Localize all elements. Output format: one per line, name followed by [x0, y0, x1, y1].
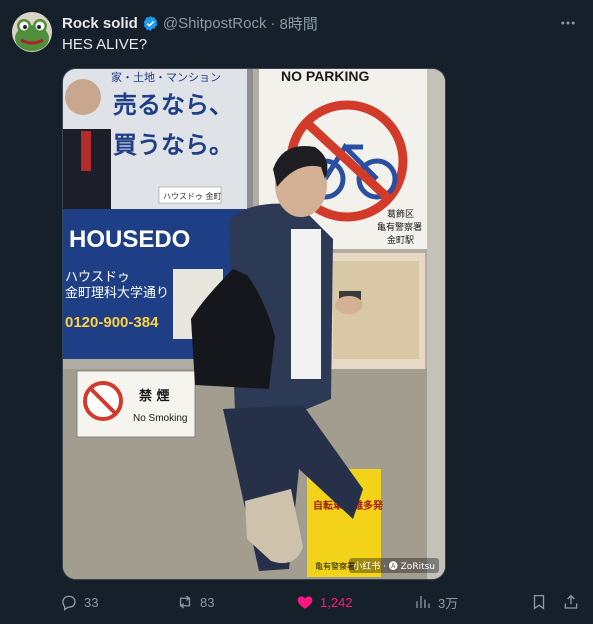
more-icon[interactable]	[557, 12, 579, 34]
retweet-count: 83	[200, 594, 215, 610]
ad-line1: 家・土地・マンション	[111, 70, 221, 84]
display-name[interactable]: Rock solid	[62, 15, 138, 32]
action-bar: 33 83 1,242 3万	[52, 590, 582, 614]
ad-katakana: ハウスドゥ	[65, 270, 130, 285]
reply-icon	[62, 595, 76, 611]
photo-watermark: 小红书 · 🅐 ZoRitsu	[349, 558, 439, 573]
views-button[interactable]: 3万	[414, 590, 458, 614]
timestamp[interactable]: 8時間	[279, 13, 317, 34]
police-label-3: 金町駅	[387, 234, 414, 246]
retweet-button[interactable]: 83	[176, 590, 214, 614]
police-label-1: 葛飾区	[387, 208, 414, 220]
bookmark-icon	[533, 594, 545, 610]
views-chart-icon	[416, 596, 430, 608]
reply-button[interactable]: 33	[60, 590, 98, 614]
photo-scene: 家・土地・マンション 売るなら、 買うなら。 ハウスドゥ 金町 HOUSEDO …	[63, 69, 445, 579]
verified-badge-icon	[143, 15, 158, 31]
like-button[interactable]: 1,242	[296, 590, 353, 614]
ad-line3: 買うなら。	[113, 131, 233, 159]
tweet-header: Rock solid @ShitpostRock · 8時間	[62, 13, 553, 33]
bookmark-button[interactable]	[530, 590, 554, 614]
tweet: Rock solid @ShitpostRock · 8時間 HES ALIVE…	[0, 0, 593, 624]
share-icon	[564, 594, 578, 609]
reply-count: 33	[84, 594, 99, 610]
no-parking-text: NO PARKING	[281, 69, 370, 84]
retweet-icon	[179, 595, 191, 609]
ad-brand: HOUSEDO	[69, 226, 190, 253]
ad-phone: 0120-900-384	[65, 314, 159, 331]
frog-avatar-icon	[12, 12, 52, 52]
views-count: 3万	[438, 595, 459, 611]
tweet-photo[interactable]: 家・土地・マンション 売るなら、 買うなら。 ハウスドゥ 金町 HOUSEDO …	[62, 68, 446, 580]
like-count: 1,242	[320, 594, 353, 610]
ad-store: 金町理科大学通り	[65, 285, 169, 301]
ad-line2: 売るなら、	[113, 91, 233, 119]
separator-dot: ·	[270, 14, 276, 32]
more-dots-icon	[561, 21, 575, 25]
share-button[interactable]	[562, 590, 586, 614]
avatar[interactable]	[12, 12, 52, 52]
tweet-text: HES ALIVE?	[62, 36, 148, 53]
police-label-2: 亀有警察署	[377, 221, 422, 233]
no-smoking-jp: 禁 煙	[139, 388, 170, 404]
heart-icon	[297, 596, 313, 609]
no-smoking-en: No Smoking	[133, 413, 187, 424]
ad-small: ハウスドゥ 金町	[163, 191, 222, 201]
user-handle[interactable]: @ShitpostRock	[163, 15, 267, 32]
